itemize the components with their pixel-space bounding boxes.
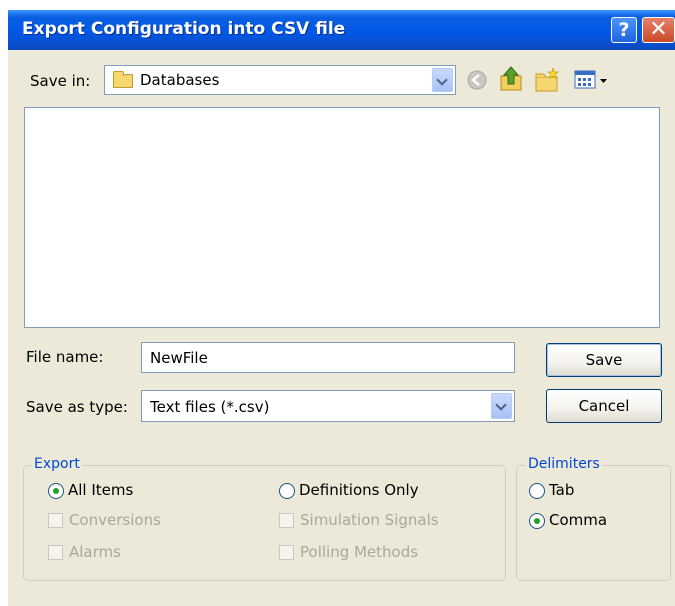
- comma-label[interactable]: Comma: [549, 511, 607, 529]
- new-folder-icon[interactable]: [533, 66, 561, 94]
- cancel-button-label: Cancel: [578, 397, 630, 415]
- back-icon[interactable]: [465, 68, 489, 92]
- save-in-dropdown[interactable]: Databases: [104, 65, 456, 95]
- conversions-checkbox[interactable]: [48, 513, 63, 528]
- file-name-label: File name:: [26, 348, 104, 366]
- polling-methods-label: Polling Methods: [300, 543, 419, 561]
- chevron-down-icon[interactable]: [432, 68, 453, 92]
- save-button-label: Save: [585, 351, 623, 369]
- all-items-radio[interactable]: [48, 483, 64, 499]
- file-list[interactable]: [24, 107, 660, 328]
- view-menu-icon[interactable]: [572, 67, 612, 93]
- polling-methods-checkbox[interactable]: [279, 545, 294, 560]
- alarms-label: Alarms: [69, 543, 121, 561]
- comma-radio[interactable]: [529, 513, 545, 529]
- export-group-title: Export: [32, 456, 82, 472]
- all-items-label[interactable]: All Items: [68, 481, 133, 499]
- chevron-down-icon[interactable]: [491, 393, 512, 419]
- simulation-signals-label: Simulation Signals: [300, 511, 439, 529]
- save-as-type-value: Text files (*.csv): [150, 398, 270, 416]
- up-one-level-icon[interactable]: [497, 64, 525, 94]
- save-as-type-dropdown[interactable]: Text files (*.csv): [141, 390, 515, 422]
- tab-radio[interactable]: [529, 483, 545, 499]
- tab-label[interactable]: Tab: [549, 481, 574, 499]
- help-icon: ?: [618, 19, 630, 41]
- folder-icon: [113, 71, 133, 88]
- file-name-value: NewFile: [150, 349, 208, 367]
- dialog-title: Export Configuration into CSV file: [22, 19, 346, 39]
- definitions-only-radio[interactable]: [279, 483, 295, 499]
- close-icon: ✕: [649, 17, 668, 42]
- delimiters-group-title: Delimiters: [526, 456, 602, 472]
- title-bar[interactable]: Export Configuration into CSV file ? ✕: [8, 10, 675, 50]
- file-name-input[interactable]: NewFile: [141, 342, 515, 373]
- alarms-checkbox[interactable]: [48, 545, 63, 560]
- save-as-type-label: Save as type:: [26, 398, 128, 416]
- definitions-only-label[interactable]: Definitions Only: [299, 481, 419, 499]
- save-in-folder: Databases: [140, 71, 220, 89]
- save-in-label: Save in:: [30, 72, 91, 90]
- conversions-label: Conversions: [69, 511, 161, 529]
- help-button[interactable]: ?: [611, 17, 637, 43]
- close-button[interactable]: ✕: [642, 17, 675, 43]
- simulation-signals-checkbox[interactable]: [279, 513, 294, 528]
- cancel-button[interactable]: Cancel: [546, 389, 662, 423]
- save-button[interactable]: Save: [546, 343, 662, 377]
